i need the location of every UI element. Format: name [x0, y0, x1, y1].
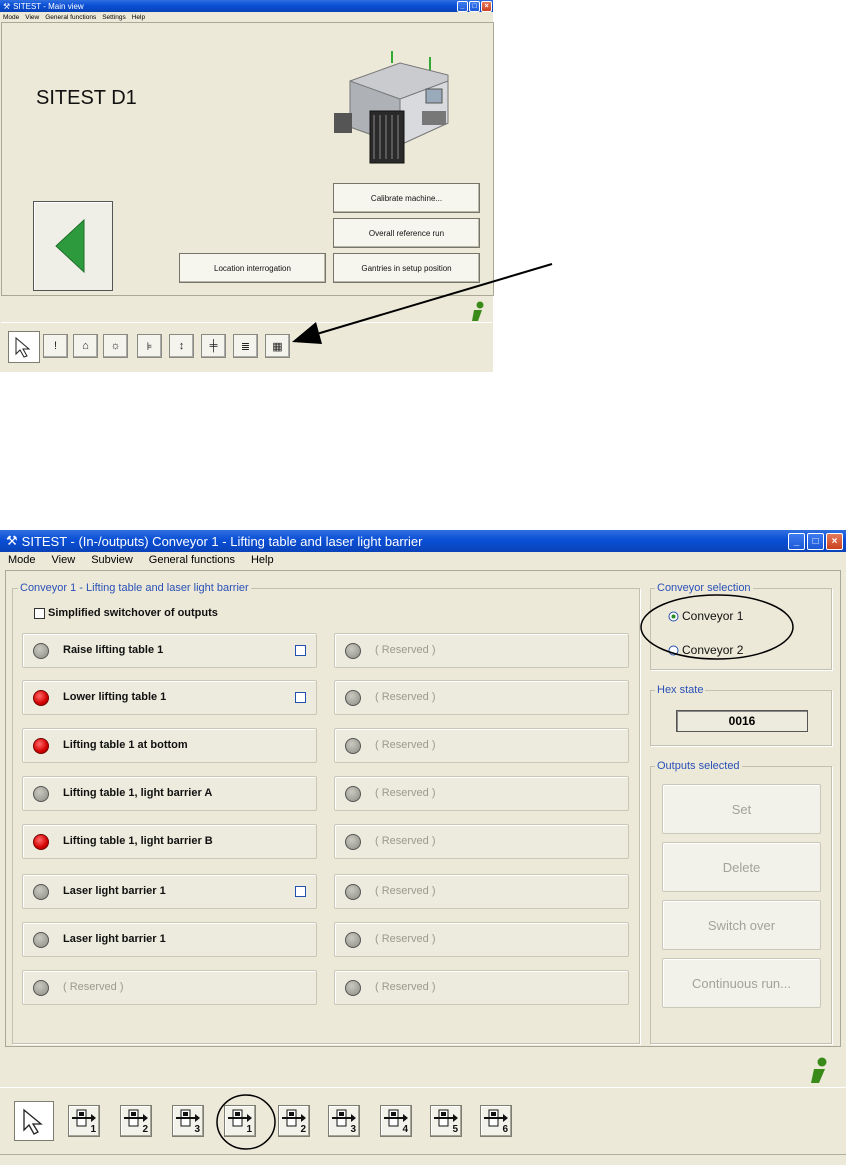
io-label: Lower lifting table 1	[63, 691, 167, 703]
conveyor-view-button-3[interactable]: 3	[172, 1105, 204, 1137]
io-label: Lifting table 1 at bottom	[63, 739, 188, 751]
conveyor-view-button-7[interactable]: 4	[380, 1105, 412, 1137]
io-row[interactable]: Lower lifting table 1	[22, 680, 317, 715]
io-row-reserved: ( Reserved )	[334, 633, 629, 668]
app-icon: ⚒	[6, 533, 18, 548]
minimize-button[interactable]: _	[788, 532, 805, 550]
conveyor-number: 3	[194, 1124, 200, 1135]
io-label: Laser light barrier 1	[63, 885, 166, 897]
status-led-grey	[345, 643, 361, 659]
io-group-title: Conveyor 1 - Lifting table and laser lig…	[18, 582, 251, 594]
io-label: ( Reserved )	[375, 981, 436, 993]
status-led-red	[33, 834, 49, 850]
io-label: Raise lifting table 1	[63, 644, 164, 656]
callout-arrow	[292, 263, 553, 344]
menu-subview[interactable]: Subview	[91, 554, 133, 566]
conveyor-view-button-8[interactable]: 5	[430, 1105, 462, 1137]
set-button[interactable]: Set	[662, 784, 821, 834]
hex-state-value: 0016	[676, 710, 808, 732]
status-led-grey	[345, 738, 361, 754]
status-led-red	[33, 738, 49, 754]
io-row-reserved: ( Reserved )	[334, 776, 629, 811]
pointer-tool-button[interactable]	[14, 1101, 54, 1141]
io-row[interactable]: Laser light barrier 1	[22, 874, 317, 909]
io-window: ⚒ SITEST - (In-/outputs) Conveyor 1 - Li…	[0, 530, 846, 1165]
io-label: ( Reserved )	[375, 644, 436, 656]
io-label: ( Reserved )	[375, 787, 436, 799]
conveyor-number: 5	[452, 1124, 458, 1135]
io-label: ( Reserved )	[375, 835, 436, 847]
io-row[interactable]: Laser light barrier 1	[22, 922, 317, 957]
simplified-switchover[interactable]: Simplified switchover of outputs	[34, 607, 218, 619]
conveyor-view-button-1[interactable]: 1	[68, 1105, 100, 1137]
conveyor-view-button-2[interactable]: 2	[120, 1105, 152, 1137]
menu-mode[interactable]: Mode	[8, 554, 36, 566]
conveyor-view-button-6[interactable]: 3	[328, 1105, 360, 1137]
output-checkbox[interactable]	[295, 692, 306, 703]
toolbar: 123123456	[0, 1087, 846, 1155]
status-led-grey	[345, 932, 361, 948]
highlight-ellipse	[640, 594, 794, 660]
io-label: Laser light barrier 1	[63, 933, 166, 945]
io-row[interactable]: Lifting table 1 at bottom	[22, 728, 317, 763]
status-led-grey	[33, 932, 49, 948]
menu-view[interactable]: View	[52, 554, 76, 566]
status-led-grey	[345, 980, 361, 996]
highlight-circle	[216, 1094, 276, 1150]
conveyor-view-button-5[interactable]: 2	[278, 1105, 310, 1137]
window-title: SITEST - (In-/outputs) Conveyor 1 - Lift…	[21, 533, 423, 549]
status-led-grey	[33, 980, 49, 996]
io-label: ( Reserved )	[375, 691, 436, 703]
io-label: ( Reserved )	[375, 885, 436, 897]
maximize-button[interactable]: □	[807, 532, 824, 550]
conveyor-view-button-9[interactable]: 6	[480, 1105, 512, 1137]
info-icon[interactable]	[806, 1056, 832, 1084]
status-led-grey	[345, 834, 361, 850]
status-led-grey	[33, 643, 49, 659]
simplified-checkbox[interactable]	[34, 607, 45, 619]
io-label: ( Reserved )	[375, 739, 436, 751]
io-row-reserved: ( Reserved )	[334, 970, 629, 1005]
output-checkbox[interactable]	[295, 886, 306, 897]
conveyor-number: 1	[90, 1124, 96, 1135]
io-label: ( Reserved )	[375, 933, 436, 945]
menu-general-functions[interactable]: General functions	[149, 554, 235, 566]
conveyor-number: 2	[142, 1124, 148, 1135]
io-row[interactable]: Raise lifting table 1	[22, 633, 317, 668]
io-label: ( Reserved )	[63, 981, 124, 993]
switch-over-button[interactable]: Switch over	[662, 900, 821, 950]
io-row-reserved: ( Reserved )	[334, 874, 629, 909]
conveyor-number: 3	[350, 1124, 356, 1135]
conveyor-number: 4	[402, 1124, 408, 1135]
io-row-reserved: ( Reserved )	[334, 728, 629, 763]
io-label: Lifting table 1, light barrier A	[63, 787, 213, 799]
io-label: Lifting table 1, light barrier B	[63, 835, 213, 847]
io-row-reserved: ( Reserved )	[334, 824, 629, 859]
status-led-grey	[33, 786, 49, 802]
delete-button[interactable]: Delete	[662, 842, 821, 892]
outputs-selected-title: Outputs selected	[655, 760, 742, 772]
hex-state-title: Hex state	[655, 684, 706, 696]
close-button[interactable]: ×	[826, 532, 843, 550]
status-led-grey	[345, 884, 361, 900]
conveyor-number: 2	[300, 1124, 306, 1135]
menu-help[interactable]: Help	[251, 554, 274, 566]
io-row[interactable]: Lifting table 1, light barrier B	[22, 824, 317, 859]
status-led-grey	[33, 884, 49, 900]
output-checkbox[interactable]	[295, 645, 306, 656]
status-led-red	[33, 690, 49, 706]
status-led-grey	[345, 786, 361, 802]
io-row[interactable]: ( Reserved )	[22, 970, 317, 1005]
conveyor-number: 6	[502, 1124, 508, 1135]
io-row-reserved: ( Reserved )	[334, 680, 629, 715]
menu-bar: Mode View Subview General functions Help	[0, 552, 846, 568]
simplified-label: Simplified switchover of outputs	[48, 607, 218, 619]
cursor-icon	[23, 1108, 43, 1135]
window-title-bar: ⚒ SITEST - (In-/outputs) Conveyor 1 - Li…	[0, 530, 846, 552]
io-row[interactable]: Lifting table 1, light barrier A	[22, 776, 317, 811]
io-row-reserved: ( Reserved )	[334, 922, 629, 957]
status-led-grey	[345, 690, 361, 706]
continuous-run-button[interactable]: Continuous run...	[662, 958, 821, 1008]
